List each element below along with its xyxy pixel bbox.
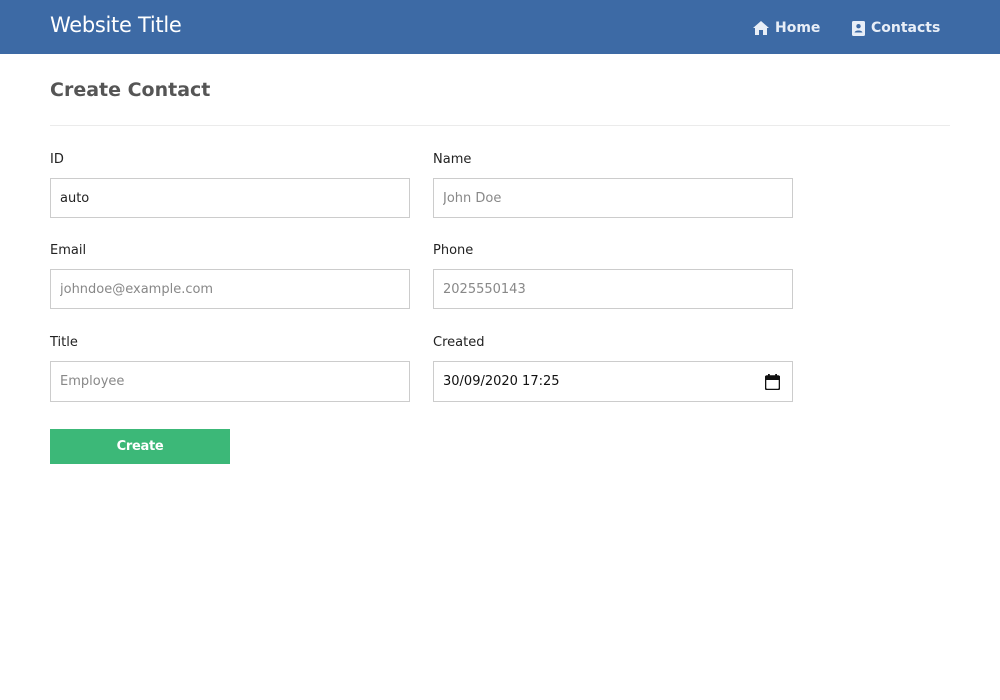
calendar-icon[interactable]: [764, 374, 781, 394]
created-label: Created: [433, 335, 485, 350]
email-label: Email: [50, 243, 87, 258]
email-field[interactable]: [50, 269, 410, 309]
id-field[interactable]: [50, 178, 410, 218]
created-datetime-field[interactable]: 30/09/2020 17:25: [433, 361, 793, 402]
nav-link-home-label: Home: [775, 20, 821, 36]
address-book-icon: [852, 20, 865, 36]
home-icon: [753, 21, 769, 35]
site-title[interactable]: Website Title: [50, 13, 182, 37]
page-title: Create Contact: [50, 79, 211, 101]
name-field[interactable]: [433, 178, 793, 218]
name-label: Name: [433, 152, 472, 167]
phone-label: Phone: [433, 243, 474, 258]
top-navbar: Website Title Home Contacts: [0, 0, 1000, 54]
created-datetime-value: 30/09/2020 17:25: [443, 374, 560, 389]
create-button[interactable]: Create: [50, 429, 230, 464]
nav-link-contacts[interactable]: Contacts: [852, 18, 940, 38]
title-label: Title: [50, 335, 78, 350]
id-label: ID: [50, 152, 64, 167]
nav-link-contacts-label: Contacts: [871, 20, 941, 36]
nav-link-home[interactable]: Home: [753, 18, 820, 38]
phone-field[interactable]: [433, 269, 793, 309]
heading-divider: [50, 125, 950, 126]
title-field[interactable]: [50, 361, 410, 402]
